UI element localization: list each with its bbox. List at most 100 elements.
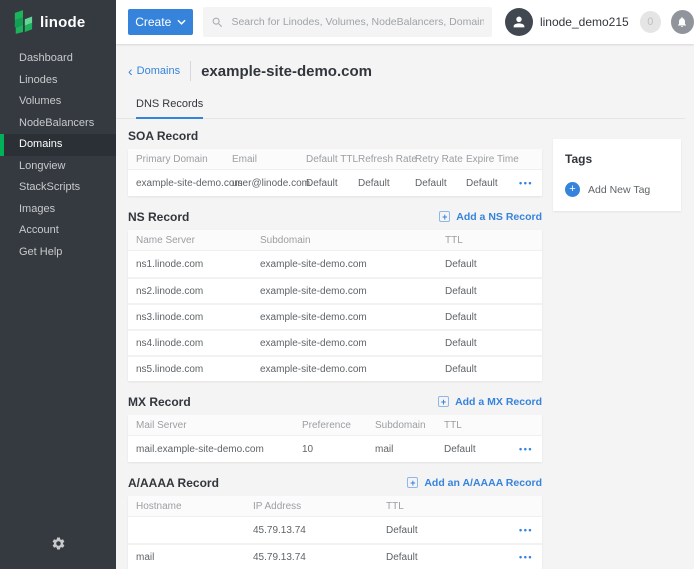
chevron-left-icon: ‹ <box>128 64 133 78</box>
table-cell: Default <box>378 525 514 536</box>
add-new-tag-label: Add New Tag <box>588 184 650 196</box>
table-row: example-site-demo.comuser@linode.comDefa… <box>128 170 542 196</box>
notifications-bell-button[interactable] <box>671 10 694 34</box>
page-title: example-site-demo.com <box>201 63 372 80</box>
table-cell: Default <box>437 286 514 297</box>
create-button-label: Create <box>135 15 171 29</box>
breadcrumb: ‹ Domains example-site-demo.com <box>128 59 694 83</box>
row-actions-menu[interactable]: ••• <box>514 444 542 454</box>
sidebar-item-stackscripts[interactable]: StackScripts <box>0 177 116 199</box>
section-mx-record: MX Record+Add a MX RecordMail ServerPref… <box>128 393 542 462</box>
add-record-link-a-aaaa-record[interactable]: +Add an A/AAAA Record <box>407 477 542 489</box>
content-columns: SOA RecordPrimary DomainEmailDefault TTL… <box>128 127 694 569</box>
table-cell: Default <box>350 178 407 189</box>
table-row: ns2.linode.comexample-site-demo.comDefau… <box>128 277 542 303</box>
column-header-ttl: TTL <box>436 420 514 431</box>
table-cell: Default <box>437 364 514 375</box>
table-header-row: Mail ServerPreferenceSubdomainTTL <box>128 415 542 436</box>
breadcrumb-back-label: Domains <box>137 65 180 77</box>
tab-dns-records[interactable]: DNS Records <box>136 98 203 119</box>
section-header: NS Record+Add a NS Record <box>128 208 542 225</box>
column-header-hostname: Hostname <box>128 501 245 512</box>
section-title: SOA Record <box>128 129 198 143</box>
table-cell: Default <box>298 178 350 189</box>
row-actions-menu[interactable]: ••• <box>514 178 542 188</box>
add-record-label: Add a MX Record <box>455 396 542 408</box>
add-new-tag-button[interactable]: + Add New Tag <box>565 182 669 197</box>
sidebar-item-volumes[interactable]: Volumes <box>0 91 116 113</box>
user-menu[interactable]: linode_demo215 <box>505 8 629 36</box>
table-cell: mail.example-site-demo.com <box>128 444 294 455</box>
table-cell: ns5.linode.com <box>128 364 252 375</box>
search-icon <box>211 16 224 29</box>
section-title: A/AAAA Record <box>128 476 219 490</box>
tab-bar: DNS Records <box>116 94 685 119</box>
table-cell: example-site-demo.com <box>252 259 437 270</box>
table-row: ns1.linode.comexample-site-demo.comDefau… <box>128 251 542 277</box>
add-record-link-mx-record[interactable]: + Add a MX Record <box>438 396 542 408</box>
column-header-ttl: TTL <box>437 235 514 246</box>
table-cell: ns3.linode.com <box>128 312 252 323</box>
table-cell: Default <box>437 312 514 323</box>
row-actions-menu[interactable]: ••• <box>514 552 542 562</box>
column-header-retry-rate: Retry Rate <box>407 154 458 165</box>
table-header-row: Name ServerSubdomainTTL <box>128 230 542 251</box>
table-cell: ns2.linode.com <box>128 286 252 297</box>
linode-logo-icon <box>13 10 33 34</box>
breadcrumb-back-link[interactable]: ‹ Domains <box>128 64 180 78</box>
sidebar-item-linodes[interactable]: Linodes <box>0 70 116 92</box>
plus-square-icon: + <box>438 396 449 407</box>
column-header-ip-address: IP Address <box>245 501 378 512</box>
right-column: Tags + Add New Tag <box>553 139 681 211</box>
table-cell: mail <box>128 552 245 563</box>
section-header: SOA Record <box>128 127 542 144</box>
sidebar-item-account[interactable]: Account <box>0 220 116 242</box>
search-input[interactable] <box>231 16 483 28</box>
chevron-down-icon <box>177 19 186 25</box>
plus-circle-icon: + <box>565 182 580 197</box>
create-button[interactable]: Create <box>128 9 193 35</box>
sidebar-item-domains[interactable]: Domains <box>0 134 116 156</box>
notification-count-badge[interactable]: 0 <box>640 11 661 33</box>
section-a-aaaa-record: A/AAAA Record +Add an A/AAAA Record Hostna… <box>128 474 542 569</box>
add-record-link-ns-record[interactable]: +Add a NS Record <box>439 211 542 223</box>
breadcrumb-divider <box>190 61 191 81</box>
column-header-name-server: Name Server <box>128 235 252 246</box>
sidebar-item-dashboard[interactable]: Dashboard <box>0 48 116 70</box>
column-header-email: Email <box>224 154 298 165</box>
column-header-subdomain: Subdomain <box>252 235 437 246</box>
sidebar-nav: DashboardLinodesVolumesNodeBalancersDoma… <box>0 48 116 263</box>
main-content: ‹ Domains example-site-demo.com DNS Reco… <box>116 44 694 569</box>
search-bar[interactable] <box>203 7 491 37</box>
row-actions-menu[interactable]: ••• <box>514 525 542 535</box>
username: linode_demo215 <box>540 15 629 29</box>
table-cell: user@linode.com <box>224 178 298 189</box>
record-table: HostnameIP AddressTTL45.79.13.74Default•… <box>128 496 542 569</box>
table-cell: Default <box>437 259 514 270</box>
table-cell: Default <box>378 552 514 563</box>
table-cell: Default <box>407 178 458 189</box>
settings-gear-icon[interactable] <box>0 536 116 556</box>
plus-square-icon: + <box>439 211 450 222</box>
table-cell: example-site-demo.com <box>128 178 224 189</box>
table-cell: Default <box>437 338 514 349</box>
person-icon <box>511 14 527 30</box>
sidebar-item-get-help[interactable]: Get Help <box>0 242 116 264</box>
table-header-row: HostnameIP AddressTTL <box>128 496 542 517</box>
sidebar: linode DashboardLinodesVolumesNodeBalanc… <box>0 0 116 569</box>
table-row: ns5.linode.comexample-site-demo.comDefau… <box>128 355 542 381</box>
section-ns-record: NS Record+Add a NS Record Name ServerSubd… <box>128 208 542 381</box>
linode-logo[interactable]: linode <box>0 0 116 44</box>
column-header-expire-time: Expire Time <box>458 154 519 165</box>
sidebar-item-longview[interactable]: Longview <box>0 156 116 178</box>
tags-panel: Tags + Add New Tag <box>553 139 681 211</box>
brand-name: linode <box>40 14 85 31</box>
record-table: Mail ServerPreferenceSubdomainTTL mail.ex… <box>128 415 542 462</box>
table-cell: mail <box>367 444 436 455</box>
sidebar-item-nodebalancers[interactable]: NodeBalancers <box>0 113 116 135</box>
avatar <box>505 8 533 36</box>
sidebar-item-images[interactable]: Images <box>0 199 116 221</box>
table-cell: Default <box>458 178 514 189</box>
section-header: A/AAAA Record +Add an A/AAAA Record <box>128 474 542 491</box>
tags-panel-title: Tags <box>565 152 669 166</box>
